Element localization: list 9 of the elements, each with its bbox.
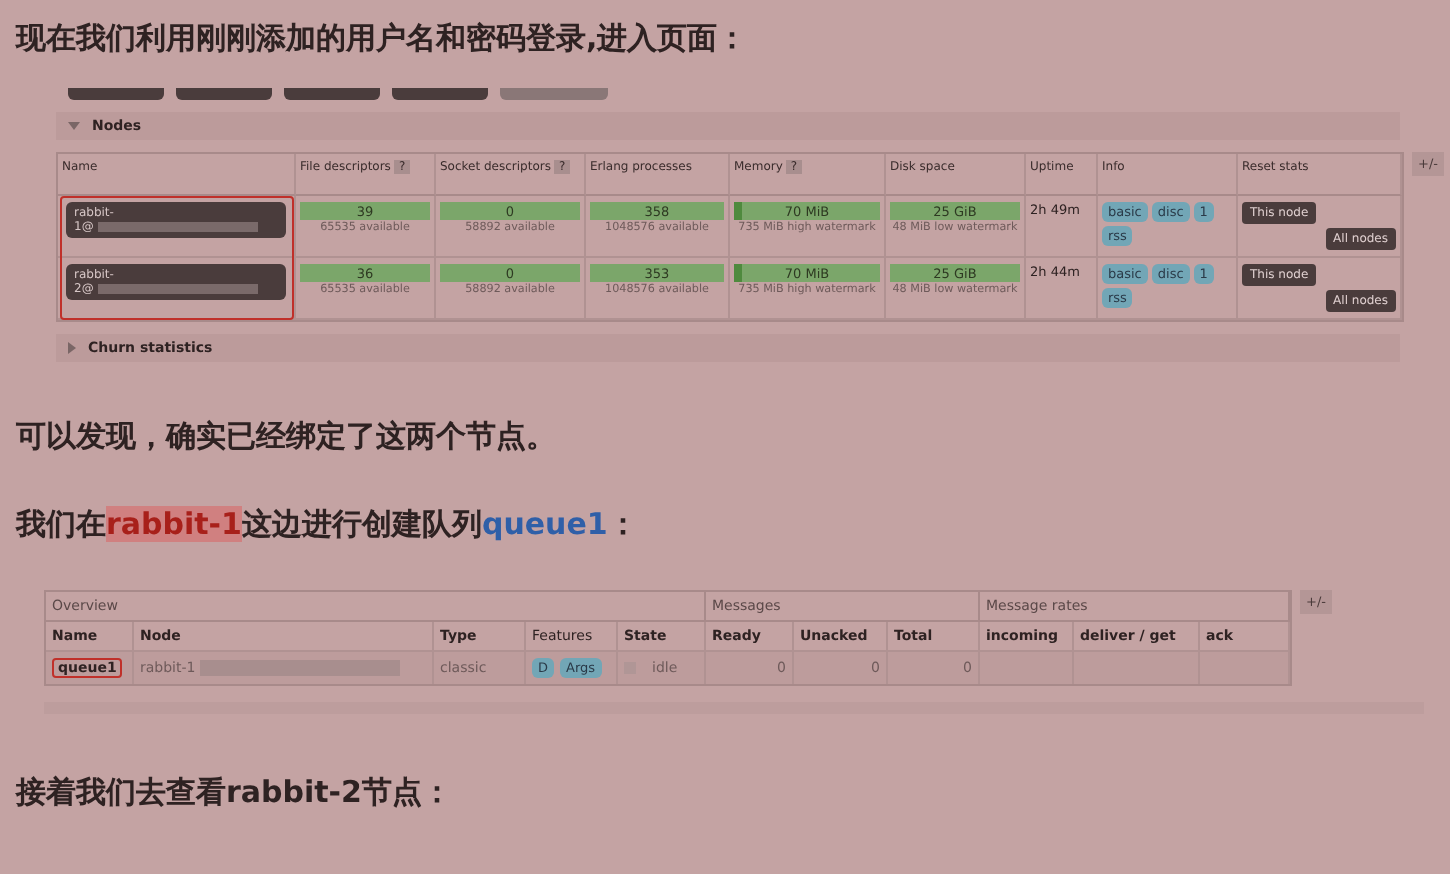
paragraph: 我们在rabbit-1这边进行创建队列queue1： xyxy=(16,504,640,546)
nav-tab[interactable] xyxy=(500,88,608,100)
paragraph: 现在我们利用刚刚添加的用户名和密码登录,进入页面： xyxy=(16,18,750,60)
nav-tab[interactable] xyxy=(176,88,272,100)
nav-tab[interactable] xyxy=(284,88,380,100)
nav-tab[interactable] xyxy=(392,88,488,100)
nav-tab[interactable] xyxy=(68,88,164,100)
paragraph: 接着我们去查看rabbit-2节点： xyxy=(16,772,454,814)
paragraph: 可以发现，确实已经绑定了这两个节点。 xyxy=(16,416,558,458)
